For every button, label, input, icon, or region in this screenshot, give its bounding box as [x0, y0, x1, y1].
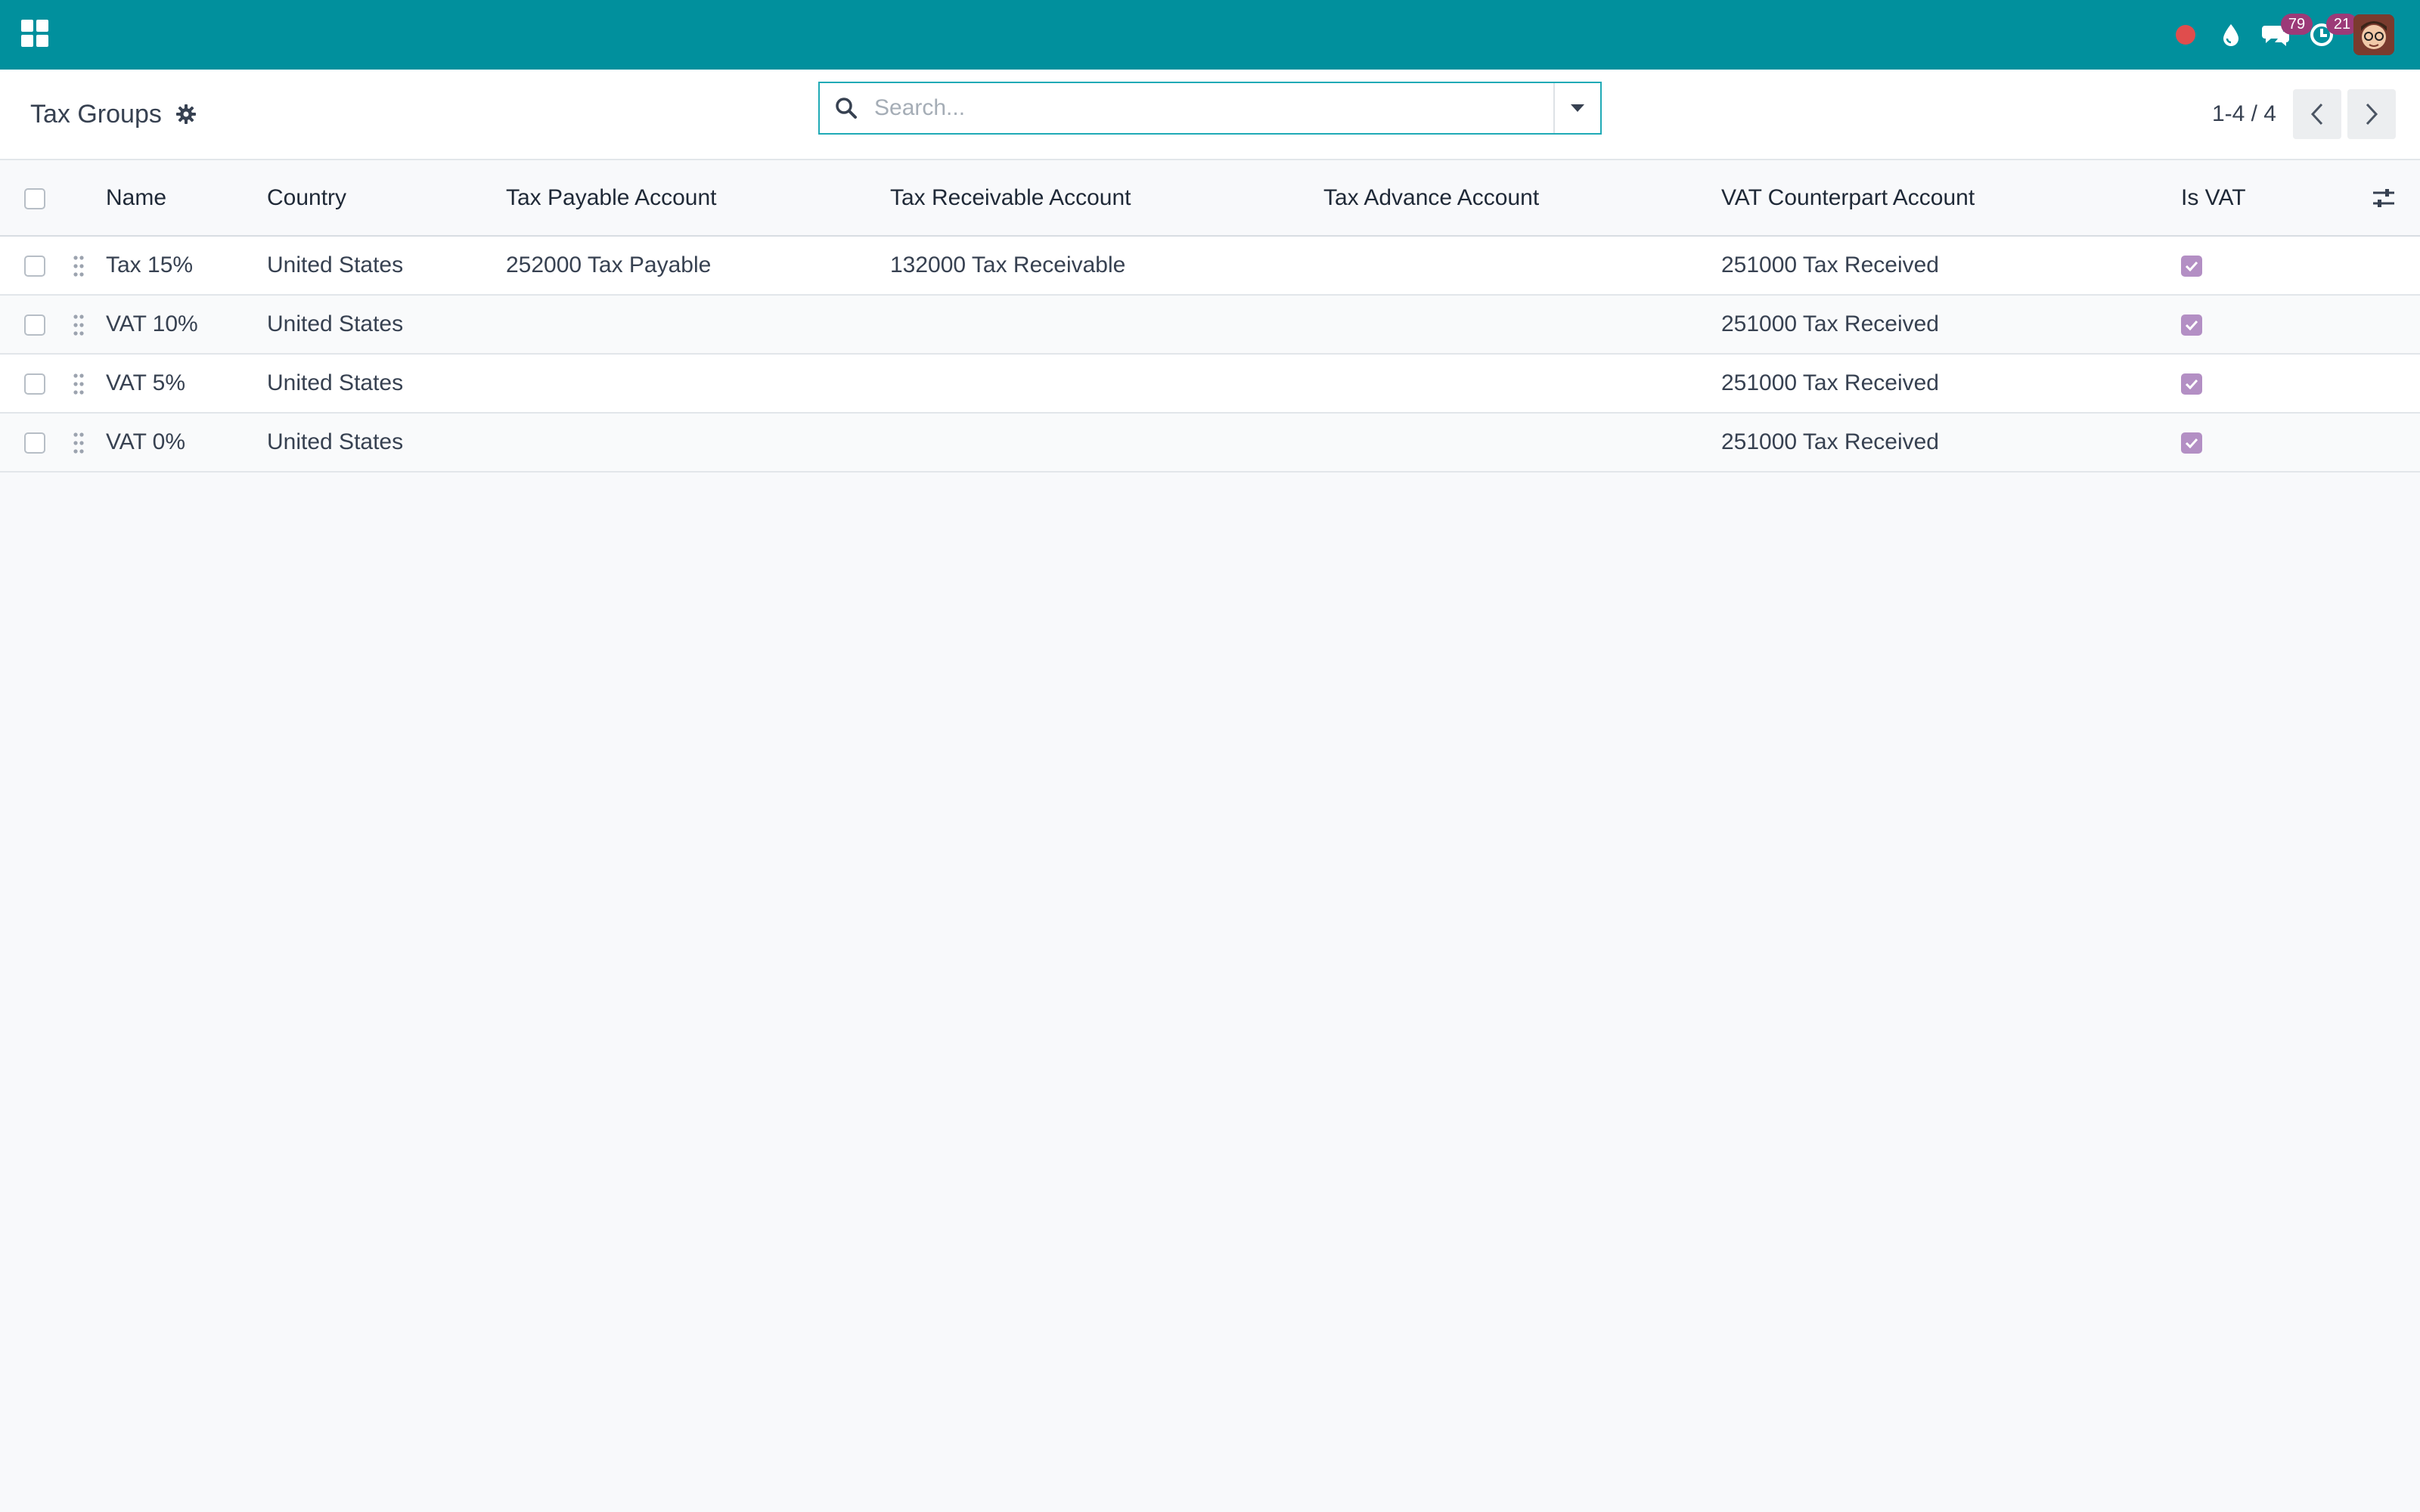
table-header: Name Country Tax Payable Account Tax Rec…: [0, 160, 2420, 236]
navbar-systray: 79 21: [2163, 0, 2394, 70]
pager-next-button[interactable]: [2347, 89, 2396, 139]
is-vat-checkbox: [2181, 314, 2202, 336]
cell-country[interactable]: United States: [267, 354, 506, 413]
is-vat-checkbox: [2181, 373, 2202, 395]
cell-tax-receivable-account[interactable]: [890, 413, 1323, 472]
avatar-image: [2353, 14, 2394, 55]
user-avatar[interactable]: [2353, 14, 2394, 55]
cell-tax-advance-account[interactable]: [1323, 413, 1721, 472]
column-header-tax-advance-account[interactable]: Tax Advance Account: [1323, 160, 1721, 236]
record-indicator[interactable]: [2163, 0, 2208, 70]
cell-tax-advance-account[interactable]: [1323, 295, 1721, 354]
record-dot-icon: [2176, 25, 2195, 45]
cell-tax-payable-account[interactable]: [506, 295, 890, 354]
table-row[interactable]: Tax 15% United States 252000 Tax Payable…: [0, 236, 2420, 295]
table-row[interactable]: VAT 5% United States 251000 Tax Received: [0, 354, 2420, 413]
activities-button[interactable]: 21: [2299, 0, 2358, 70]
drag-handle-icon[interactable]: [71, 372, 86, 396]
cell-tax-receivable-account[interactable]: [890, 295, 1323, 354]
cell-vat-counterpart-account[interactable]: 251000 Tax Received: [1721, 295, 2181, 354]
drop-icon: [2223, 24, 2238, 46]
cell-name[interactable]: VAT 10%: [106, 295, 267, 354]
cell-tax-payable-account[interactable]: 252000 Tax Payable: [506, 236, 890, 295]
row-checkbox[interactable]: [24, 432, 45, 454]
search-icon[interactable]: [820, 83, 873, 133]
optional-columns-icon[interactable]: [2370, 184, 2397, 212]
cell-tax-receivable-account[interactable]: 132000 Tax Receivable: [890, 236, 1323, 295]
search-options-toggle[interactable]: [1553, 83, 1600, 133]
drag-handle-icon[interactable]: [71, 313, 86, 337]
search-input[interactable]: [873, 85, 1553, 132]
column-header-name[interactable]: Name: [106, 160, 267, 236]
cell-tax-receivable-account[interactable]: [890, 354, 1323, 413]
gear-icon[interactable]: [175, 104, 197, 125]
search-bar: [818, 82, 1602, 135]
table-row[interactable]: VAT 10% United States 251000 Tax Receive…: [0, 295, 2420, 354]
page-title: Tax Groups: [30, 99, 162, 129]
is-vat-checkbox: [2181, 432, 2202, 454]
pager-value[interactable]: 1-4 / 4: [2212, 101, 2276, 127]
cell-tax-advance-account[interactable]: [1323, 236, 1721, 295]
drop-button[interactable]: [2208, 0, 2254, 70]
column-header-country[interactable]: Country: [267, 160, 506, 236]
top-navbar: 79 21: [0, 0, 2420, 70]
is-vat-checkbox: [2181, 256, 2202, 277]
column-header-tax-receivable-account[interactable]: Tax Receivable Account: [890, 160, 1323, 236]
drag-handle-icon[interactable]: [71, 254, 86, 278]
row-checkbox[interactable]: [24, 314, 45, 336]
column-header-tax-payable-account[interactable]: Tax Payable Account: [506, 160, 890, 236]
drag-handle-icon[interactable]: [71, 431, 86, 455]
pager: 1-4 / 4: [2212, 70, 2396, 159]
row-checkbox[interactable]: [24, 373, 45, 395]
cell-country[interactable]: United States: [267, 413, 506, 472]
chevron-right-icon: [2366, 103, 2378, 125]
breadcrumb: Tax Groups: [30, 70, 197, 159]
tax-groups-table: Name Country Tax Payable Account Tax Rec…: [0, 160, 2420, 472]
chevron-left-icon: [2310, 103, 2323, 125]
cell-country[interactable]: United States: [267, 295, 506, 354]
cell-tax-payable-account[interactable]: [506, 413, 890, 472]
table-row[interactable]: VAT 0% United States 251000 Tax Received: [0, 413, 2420, 472]
row-checkbox[interactable]: [24, 256, 45, 277]
column-header-is-vat[interactable]: Is VAT: [2181, 160, 2370, 236]
cell-vat-counterpart-account[interactable]: 251000 Tax Received: [1721, 354, 2181, 413]
control-panel: Tax Groups Search... 1-4 / 4: [0, 70, 2420, 160]
cell-country[interactable]: United States: [267, 236, 506, 295]
cell-name[interactable]: VAT 0%: [106, 413, 267, 472]
app-menu-icon[interactable]: [21, 20, 48, 47]
caret-down-icon: [1571, 104, 1584, 112]
cell-name[interactable]: Tax 15%: [106, 236, 267, 295]
pager-previous-button[interactable]: [2293, 89, 2341, 139]
cell-vat-counterpart-account[interactable]: 251000 Tax Received: [1721, 413, 2181, 472]
cell-name[interactable]: VAT 5%: [106, 354, 267, 413]
column-header-vat-counterpart-account[interactable]: VAT Counterpart Account: [1721, 160, 2181, 236]
messages-button[interactable]: 79: [2254, 0, 2313, 70]
cell-vat-counterpart-account[interactable]: 251000 Tax Received: [1721, 236, 2181, 295]
select-all-checkbox[interactable]: [24, 187, 45, 209]
cell-tax-payable-account[interactable]: [506, 354, 890, 413]
cell-tax-advance-account[interactable]: [1323, 354, 1721, 413]
